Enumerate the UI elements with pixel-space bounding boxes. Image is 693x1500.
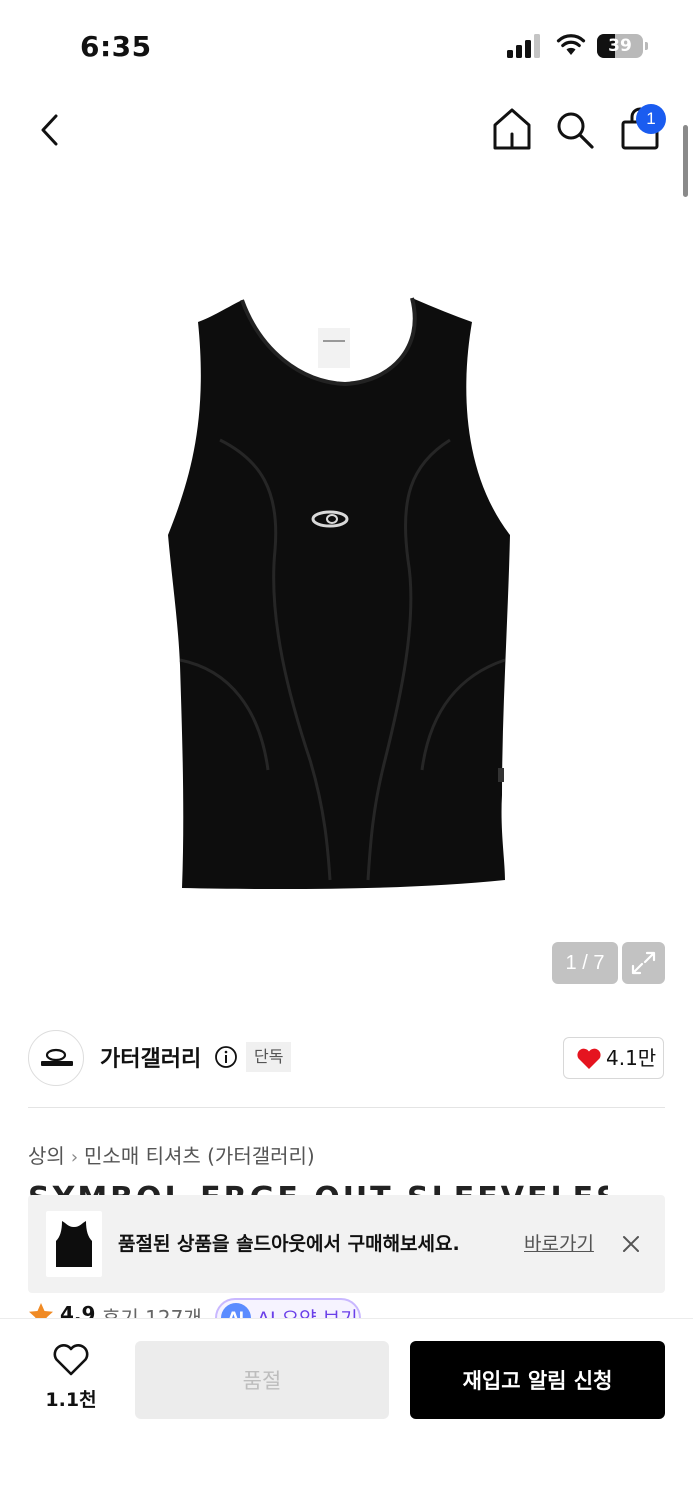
breadcrumb: 상의 › 민소매 티셔츠 (가터갤러리) (28, 1140, 315, 1169)
wish-count: 1.1천 (45, 1389, 97, 1411)
chevron-right-icon: › (70, 1147, 79, 1168)
back-arrow-icon[interactable] (30, 108, 70, 152)
image-counter: 1 / 7 (552, 942, 618, 984)
soldout-message: 품절된 상품을 솔드아웃에서 구매해보세요. (118, 1233, 460, 1255)
home-icon[interactable] (490, 106, 534, 152)
divider (28, 1107, 665, 1108)
search-icon[interactable] (553, 108, 597, 152)
status-time: 6:35 (80, 30, 152, 63)
brand-logo[interactable] (28, 1030, 84, 1086)
close-icon[interactable] (620, 1233, 642, 1255)
cellular-signal-icon (507, 34, 540, 58)
breadcrumb-subcategory[interactable]: 민소매 티셔츠 (가터갤러리) (84, 1144, 315, 1168)
brand-like-count: 4.1만 (606, 1046, 657, 1070)
battery-percent: 39 (608, 36, 632, 56)
brand-like-button[interactable]: 4.1만 (563, 1037, 664, 1079)
battery-indicator: 39 (597, 34, 649, 58)
expand-image-icon[interactable] (622, 942, 665, 984)
wifi-icon (556, 34, 586, 55)
bottom-action-bar: 1.1천 품절 재입고 알림 신청 (0, 1318, 693, 1500)
cart-count-badge: 1 (636, 104, 666, 134)
breadcrumb-category[interactable]: 상의 (28, 1144, 65, 1168)
info-icon[interactable] (214, 1045, 238, 1069)
heart-filled-icon (577, 1048, 601, 1069)
soldout-banner[interactable]: 품절된 상품을 솔드아웃에서 구매해보세요. 바로가기 (28, 1195, 665, 1293)
soldout-shortcut-link[interactable]: 바로가기 (524, 1195, 594, 1293)
ai-summary-button[interactable]: AI AI 요약 보기 (215, 1298, 361, 1320)
restock-alert-button[interactable]: 재입고 알림 신청 (410, 1341, 665, 1419)
brand-name[interactable]: 가터갤러리 (100, 1041, 201, 1073)
soldout-product-thumbnail (46, 1211, 102, 1277)
soldout-button: 품절 (135, 1341, 389, 1419)
status-bar: 6:35 39 (0, 0, 693, 90)
scrollbar[interactable] (683, 125, 688, 197)
exclusive-badge: 단독 (246, 1042, 292, 1072)
heart-outline-icon[interactable] (52, 1343, 90, 1377)
product-image-tank-top[interactable] (150, 290, 530, 900)
rating-row: 4.9 후기 127개 AI AI 요약 보기 (28, 1298, 668, 1320)
